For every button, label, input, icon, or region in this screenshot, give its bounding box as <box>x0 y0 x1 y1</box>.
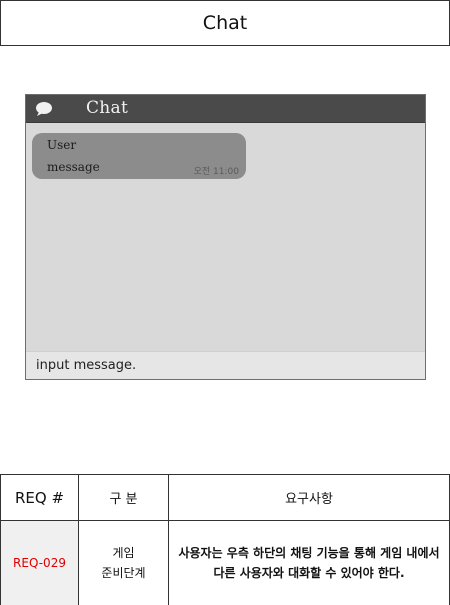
category-line-1: 게임 <box>112 546 135 560</box>
page-title: Chat <box>202 12 248 34</box>
page-header: Chat <box>0 0 450 46</box>
requirement-cell: 사용자는 우측 하단의 채팅 기능을 통해 게임 내에서 다른 사용자와 대화할… <box>168 520 450 605</box>
speech-bubble-icon <box>36 102 52 116</box>
table-header-row: REQ # 구 분 요구사항 <box>0 474 450 521</box>
header-req-number: REQ # <box>0 474 79 521</box>
req-number-cell: REQ-029 <box>0 520 79 605</box>
category-line-2: 준비단계 <box>101 566 146 580</box>
header-requirement: 요구사항 <box>168 474 450 521</box>
message-bubble: User message 오전 11:00 <box>32 133 246 179</box>
chat-window: Chat User message 오전 11:00 input message… <box>25 94 426 380</box>
message-input-placeholder: input message. <box>36 358 137 373</box>
chat-title-bar: Chat <box>26 95 425 123</box>
message-input[interactable]: input message. <box>26 351 425 379</box>
header-category: 구 분 <box>78 474 169 521</box>
message-text: message <box>47 160 100 174</box>
chat-title: Chat <box>86 98 129 118</box>
table-row: REQ-029 게임 준비단계 사용자는 우측 하단의 채팅 기능을 통해 게임… <box>0 520 450 605</box>
message-time: 오전 11:00 <box>193 167 239 177</box>
requirements-table: REQ # 구 분 요구사항 REQ-029 게임 준비단계 사용자는 우측 하… <box>0 474 450 605</box>
message-sender: User <box>47 138 77 152</box>
category-cell: 게임 준비단계 <box>78 520 169 605</box>
